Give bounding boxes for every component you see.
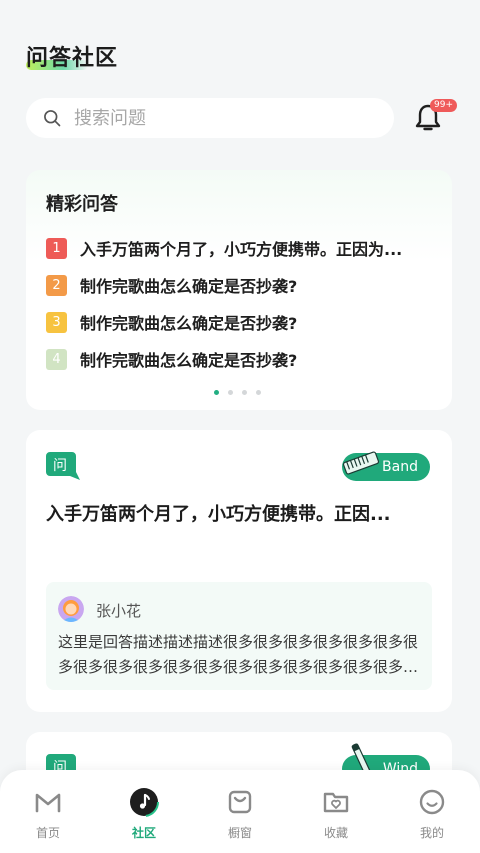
notification-badge: 99+	[430, 99, 457, 112]
hot-question-item[interactable]: 3 制作完歌曲怎么确定是否抄袭?	[46, 311, 436, 333]
nav-label: 橱窗	[227, 826, 252, 840]
hot-question-item[interactable]: 2 制作完歌曲怎么确定是否抄袭?	[46, 274, 436, 296]
search-icon	[44, 110, 61, 127]
nav-item-community[interactable]: 社区	[96, 770, 192, 853]
search-input[interactable]	[74, 107, 354, 129]
featured-qa-card: 精彩问答 1 入手万笛两个月了，小巧方便携带。正因为... 2 制作完歌曲怎么确…	[26, 170, 452, 410]
bottom-nav: 首页 社区 橱窗 收藏 我的	[0, 770, 480, 853]
nav-item-shop[interactable]: 橱窗	[192, 770, 288, 853]
hot-question-item[interactable]: 1 入手万笛两个月了，小巧方便携带。正因为...	[46, 237, 436, 259]
nav-item-home[interactable]: 首页	[0, 770, 96, 853]
community-music-icon	[129, 787, 159, 817]
answer-preview[interactable]: 张小花 这里是回答描述描述描述很多很多很多很多很多很多很多很多很多很多很多很多很…	[46, 582, 432, 690]
nav-label: 社区	[131, 826, 156, 840]
page-title: 问答社区	[26, 46, 119, 71]
carousel-indicator[interactable]	[214, 390, 261, 395]
home-m-icon	[35, 793, 61, 813]
hot-question-text: 制作完歌曲怎么确定是否抄袭?	[80, 314, 298, 333]
nav-label: 收藏	[323, 826, 348, 840]
search-bar[interactable]	[26, 98, 394, 138]
rank-badge: 4	[46, 348, 67, 370]
carousel-dot[interactable]	[228, 390, 233, 395]
favorites-folder-icon	[323, 792, 349, 813]
nav-label: 我的	[419, 826, 444, 840]
rank-badge: 3	[46, 311, 67, 333]
hot-question-text: 入手万笛两个月了，小巧方便携带。正因为...	[80, 240, 403, 259]
profile-smile-icon	[419, 789, 445, 815]
hot-question-text: 制作完歌曲怎么确定是否抄袭?	[80, 351, 298, 370]
category-tag[interactable]: Band	[342, 451, 430, 481]
nav-item-profile[interactable]: 我的	[384, 770, 480, 853]
category-tag-label: Band	[382, 459, 418, 475]
hot-question-text: 制作完歌曲怎么确定是否抄袭?	[80, 277, 298, 296]
question-title[interactable]: 入手万笛两个月了，小巧方便携带。正因...	[46, 500, 432, 526]
keyboard-instrument-icon	[342, 451, 380, 475]
avatar[interactable]	[58, 596, 84, 622]
hot-question-item[interactable]: 4 制作完歌曲怎么确定是否抄袭?	[46, 348, 436, 370]
answer-text: 这里是回答描述描述描述很多很多很多很多很多很多很多很多很多很多很多很多很多很多很…	[58, 633, 419, 676]
avatar-illustration	[58, 596, 84, 622]
question-icon: 问	[46, 452, 80, 480]
question-icon-label: 问	[53, 458, 67, 474]
answer-author[interactable]: 张小花	[96, 600, 141, 621]
carousel-dot[interactable]	[256, 390, 261, 395]
rank-badge: 2	[46, 274, 67, 296]
carousel-dot-active[interactable]	[214, 390, 219, 395]
rank-badge: 1	[46, 237, 67, 259]
nav-item-favorites[interactable]: 收藏	[288, 770, 384, 853]
carousel-dot[interactable]	[242, 390, 247, 395]
shop-bag-icon	[228, 790, 252, 814]
nav-label: 首页	[35, 826, 60, 840]
featured-title: 精彩问答	[46, 194, 118, 215]
question-card[interactable]: 问 Band 入手万笛两个月了，小巧方便携带。正因... 张小花 这里是回答描述…	[26, 430, 452, 712]
